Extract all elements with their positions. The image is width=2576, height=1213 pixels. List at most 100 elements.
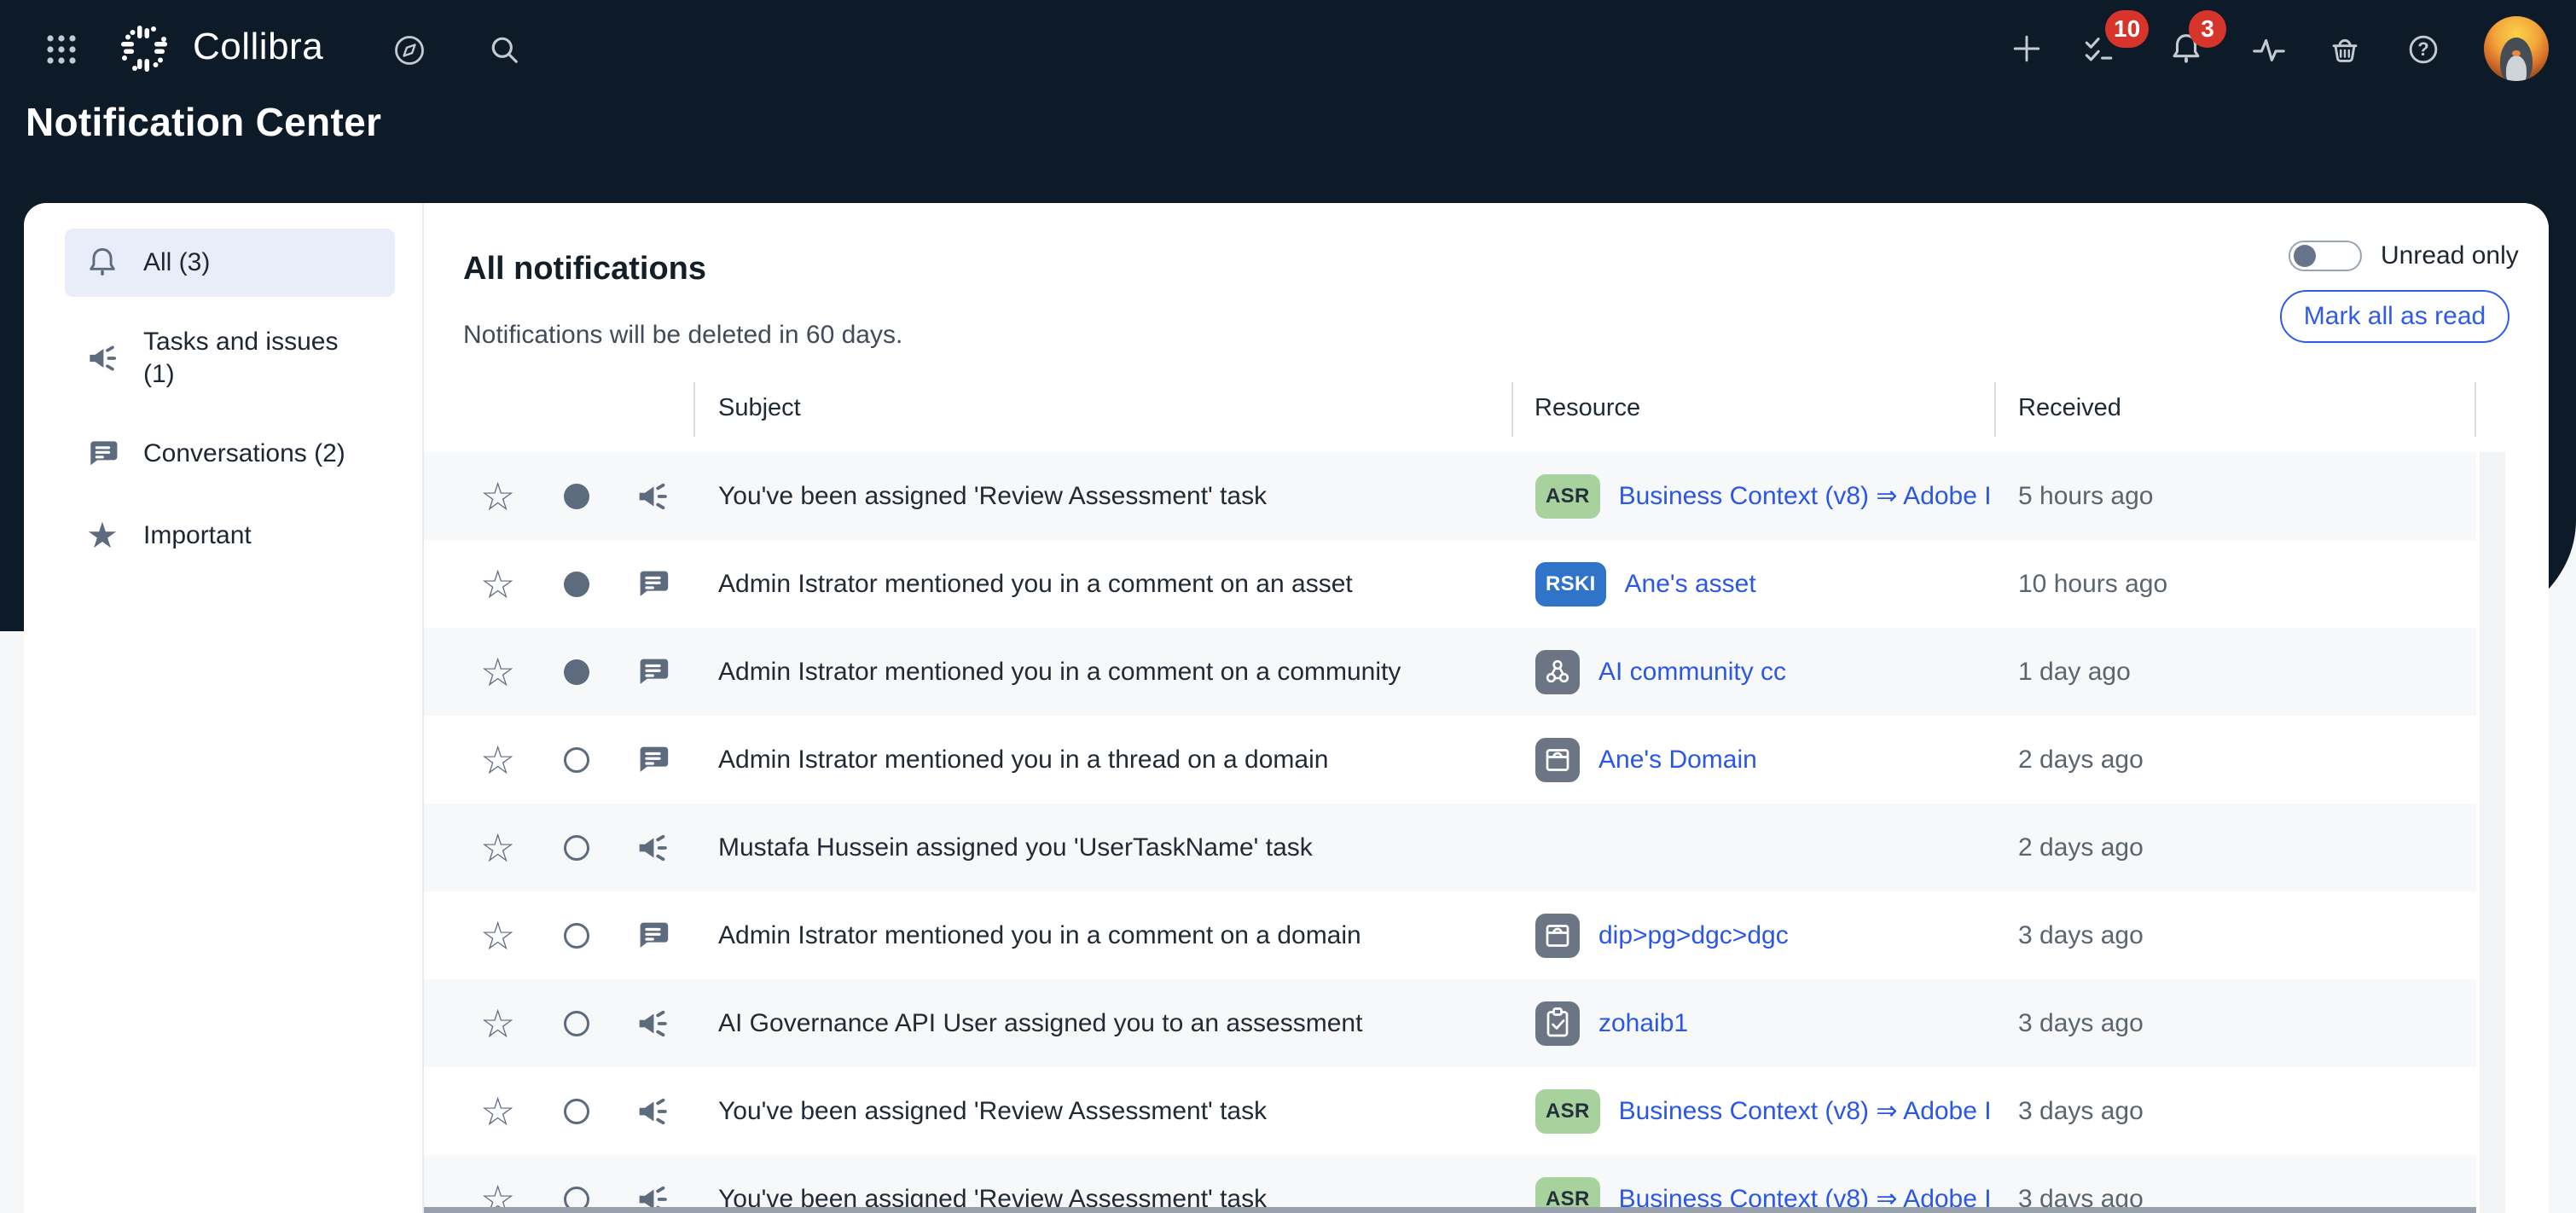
task-megaphone-icon xyxy=(633,477,672,516)
star-icon: ★ xyxy=(84,517,121,554)
notification-subject: Admin Istrator mentioned you in a commen… xyxy=(718,570,1353,599)
user-avatar[interactable] xyxy=(2484,16,2549,81)
conversation-comment-icon xyxy=(633,565,672,604)
star-icon[interactable]: ☆ xyxy=(480,653,515,692)
resource-cell: zohaib1 xyxy=(1535,1001,1688,1046)
notification-row[interactable]: ☆ Admin Istrator mentioned you in a thre… xyxy=(424,716,2476,804)
vertical-scrollbar-track[interactable] xyxy=(2480,452,2505,1213)
notification-list-panel: All notifications Notifications will be … xyxy=(424,203,2549,1213)
search-icon[interactable] xyxy=(486,32,524,69)
resource-domain-badge xyxy=(1535,914,1580,958)
received-time: 3 days ago xyxy=(2018,1009,2144,1038)
resource-assessment-badge xyxy=(1535,1001,1580,1046)
notification-subject: AI Governance API User assigned you to a… xyxy=(718,1009,1362,1038)
notification-rows: ☆ You've been assigned 'Review Assessmen… xyxy=(424,452,2476,1213)
sidebar-item-label: Conversations (2) xyxy=(143,438,345,470)
received-time: 2 days ago xyxy=(2018,833,2144,862)
received-time: 2 days ago xyxy=(2018,746,2144,775)
compass-icon[interactable] xyxy=(389,30,430,71)
received-time: 3 days ago xyxy=(2018,921,2144,950)
star-icon[interactable]: ☆ xyxy=(480,1004,515,1043)
star-icon[interactable]: ☆ xyxy=(480,565,515,604)
sidebar-item-important[interactable]: ★ Important xyxy=(65,502,395,570)
notification-row[interactable]: ☆ Mustafa Hussein assigned you 'UserTask… xyxy=(424,804,2476,891)
notification-row[interactable]: ☆ You've been assigned 'Review Assessmen… xyxy=(424,452,2476,540)
megaphone-icon xyxy=(84,340,121,377)
column-divider xyxy=(2474,382,2476,437)
received-time: 10 hours ago xyxy=(2018,570,2167,599)
notification-row[interactable]: ☆ You've been assigned 'Review Assessmen… xyxy=(424,1067,2476,1155)
resource-cell: Ane's Domain xyxy=(1535,738,1757,782)
app-grid-icon[interactable] xyxy=(43,31,80,68)
star-icon[interactable]: ☆ xyxy=(480,828,515,868)
read-status-dot[interactable] xyxy=(564,923,589,949)
unread-only-control: Unread only xyxy=(2289,241,2519,271)
resource-type-badge: ASR xyxy=(1535,1089,1600,1134)
basket-icon[interactable] xyxy=(2325,30,2364,69)
notification-row[interactable]: ☆ AI Governance API User assigned you to… xyxy=(424,979,2476,1067)
notification-row[interactable]: ☆ Admin Istrator mentioned you in a comm… xyxy=(424,628,2476,716)
notification-subject: You've been assigned 'Review Assessment'… xyxy=(718,1097,1267,1126)
star-icon[interactable]: ☆ xyxy=(480,916,515,955)
brand-wordmark[interactable]: Collibra xyxy=(193,26,323,68)
resource-cell: RSKI Ane's asset xyxy=(1535,562,1756,606)
read-status-dot[interactable] xyxy=(564,659,589,685)
read-status-dot[interactable] xyxy=(564,1011,589,1036)
notification-subject: Mustafa Hussein assigned you 'UserTaskNa… xyxy=(718,833,1313,862)
sidebar-item-tasks-and-issues[interactable]: Tasks and issues (1) xyxy=(65,311,395,406)
resource-community-badge xyxy=(1535,650,1580,694)
comment-icon xyxy=(84,435,121,473)
read-status-dot[interactable] xyxy=(564,572,589,597)
conversation-comment-icon xyxy=(633,740,672,780)
read-status-dot[interactable] xyxy=(564,747,589,773)
star-icon[interactable]: ☆ xyxy=(480,740,515,780)
sidebar-item-label: Important xyxy=(143,519,252,552)
resource-link[interactable]: Ane's Domain xyxy=(1598,746,1757,775)
resource-cell: AI community cc xyxy=(1535,650,1786,694)
column-header-subject: Subject xyxy=(718,394,801,422)
collibra-logo[interactable] xyxy=(118,22,171,75)
top-navigation-bar: Collibra 10 3 xyxy=(0,0,2576,97)
resource-link[interactable]: Business Context (v8) ⇒ Adobe I xyxy=(1619,481,1992,511)
read-status-dot[interactable] xyxy=(564,1099,589,1124)
resource-cell: dip>pg>dgc>dgc xyxy=(1535,914,1789,958)
tasks-count-badge: 10 xyxy=(2105,10,2149,48)
column-header-received: Received xyxy=(2018,394,2121,422)
notification-subject: Admin Istrator mentioned you in a commen… xyxy=(718,658,1401,687)
help-icon[interactable] xyxy=(2404,30,2443,69)
star-icon[interactable]: ☆ xyxy=(480,477,515,516)
notification-subject: You've been assigned 'Review Assessment'… xyxy=(718,482,1267,511)
create-plus-icon[interactable] xyxy=(2008,30,2045,67)
retention-note: Notifications will be deleted in 60 days… xyxy=(463,321,902,350)
resource-type-badge: RSKI xyxy=(1535,562,1606,606)
conversation-comment-icon xyxy=(633,653,672,692)
resource-link[interactable]: Business Context (v8) ⇒ Adobe I xyxy=(1619,1096,1992,1126)
list-title: All notifications xyxy=(463,251,706,287)
read-status-dot[interactable] xyxy=(564,484,589,509)
notification-subject: Admin Istrator mentioned you in a commen… xyxy=(718,921,1361,950)
column-divider xyxy=(1511,382,1513,437)
sidebar-item-all[interactable]: All (3) xyxy=(65,229,395,297)
notification-row[interactable]: ☆ Admin Istrator mentioned you in a comm… xyxy=(424,540,2476,628)
received-time: 5 hours ago xyxy=(2018,482,2153,511)
horizontal-scrollbar[interactable] xyxy=(424,1207,2476,1213)
notifications-count-badge: 3 xyxy=(2189,10,2226,48)
mark-all-as-read-button[interactable]: Mark all as read xyxy=(2280,290,2509,343)
unread-only-toggle[interactable] xyxy=(2289,241,2362,271)
column-header-resource: Resource xyxy=(1535,394,1640,422)
activity-pulse-icon[interactable] xyxy=(2249,30,2289,69)
column-divider xyxy=(693,382,695,437)
resource-link[interactable]: Ane's asset xyxy=(1625,570,1756,599)
notification-row[interactable]: ☆ You've been assigned 'Review Assessmen… xyxy=(424,1155,2476,1213)
resource-cell: ASR Business Context (v8) ⇒ Adobe I xyxy=(1535,474,1992,519)
page-title: Notification Center xyxy=(26,99,381,145)
task-megaphone-icon xyxy=(633,1004,672,1043)
star-icon[interactable]: ☆ xyxy=(480,1092,515,1131)
resource-link[interactable]: AI community cc xyxy=(1598,658,1786,687)
resource-link[interactable]: dip>pg>dgc>dgc xyxy=(1598,921,1789,950)
read-status-dot[interactable] xyxy=(564,835,589,861)
task-megaphone-icon xyxy=(633,828,672,868)
sidebar-item-conversations[interactable]: Conversations (2) xyxy=(65,420,395,488)
notification-row[interactable]: ☆ Admin Istrator mentioned you in a comm… xyxy=(424,891,2476,979)
resource-link[interactable]: zohaib1 xyxy=(1598,1009,1688,1038)
